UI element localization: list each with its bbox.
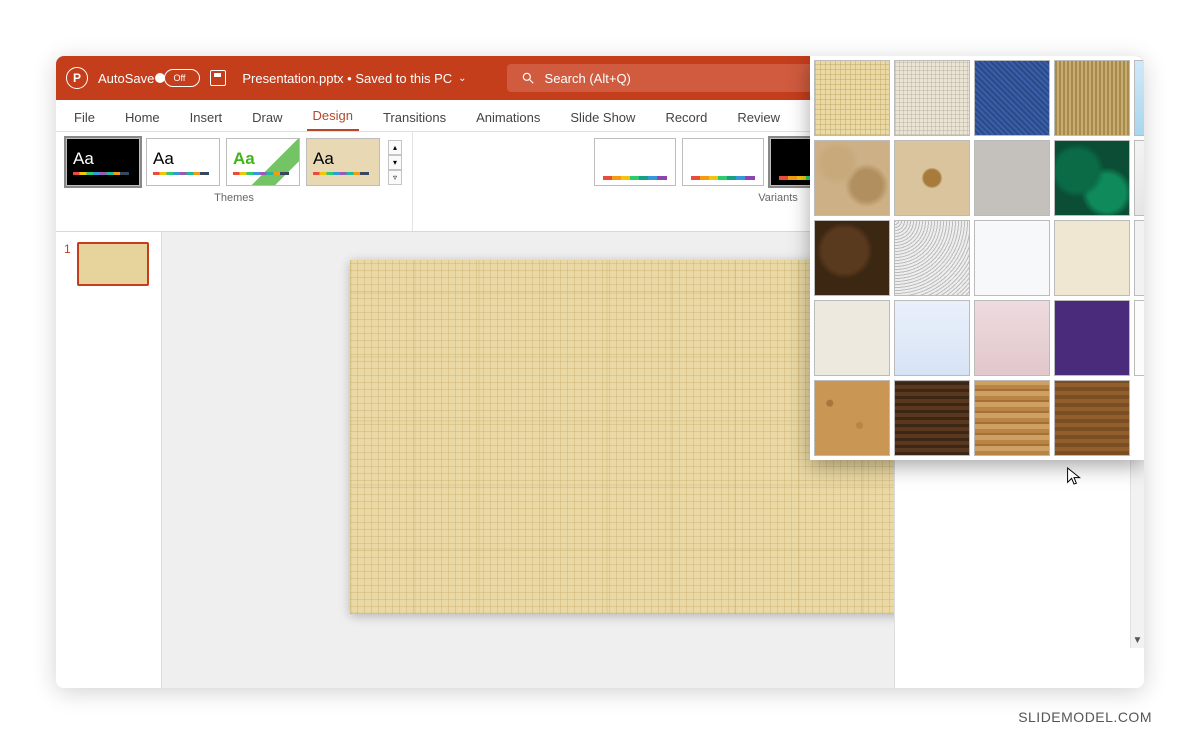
texture-parchment[interactable]: [1134, 220, 1144, 296]
texture-sand[interactable]: [974, 140, 1050, 216]
tab-animations[interactable]: Animations: [470, 104, 546, 131]
texture-stationery[interactable]: [814, 300, 890, 376]
variants-group-label: Variants: [758, 192, 798, 204]
tab-file[interactable]: File: [68, 104, 101, 131]
themes-group-label: Themes: [214, 192, 254, 204]
tab-draw[interactable]: Draw: [246, 104, 288, 131]
texture-canvas[interactable]: [894, 60, 970, 136]
theme-thumb-3[interactable]: Aa: [226, 138, 300, 186]
tab-slideshow[interactable]: Slide Show: [564, 104, 641, 131]
texture-woven-mat[interactable]: [1054, 60, 1130, 136]
variant-thumb-1[interactable]: [594, 138, 676, 186]
slide-thumbnail-panel: 1: [56, 232, 162, 688]
texture-water-droplets[interactable]: [1134, 60, 1144, 136]
autosave-toggle[interactable]: Off: [164, 69, 200, 87]
autosave-label: AutoSave: [98, 71, 154, 86]
search-placeholder: Search (Alt+Q): [545, 71, 631, 86]
tab-insert[interactable]: Insert: [184, 104, 229, 131]
texture-green-marble[interactable]: [1054, 140, 1130, 216]
tab-record[interactable]: Record: [659, 104, 713, 131]
themes-gallery-scroll[interactable]: ▴▾▿: [388, 140, 402, 185]
texture-bouquet[interactable]: [1134, 300, 1144, 376]
texture-pink-tissue[interactable]: [974, 300, 1050, 376]
texture-medium-wood[interactable]: [1054, 380, 1130, 456]
powerpoint-icon: P: [66, 67, 88, 89]
chevron-down-icon: ⌄: [458, 73, 466, 84]
texture-walnut[interactable]: [894, 380, 970, 456]
texture-paper-bag[interactable]: [814, 140, 890, 216]
tab-review[interactable]: Review: [731, 104, 786, 131]
texture-brown-marble[interactable]: [814, 220, 890, 296]
theme-thumb-1[interactable]: Aa: [66, 138, 140, 186]
search-icon: [521, 71, 535, 85]
texture-cork[interactable]: [814, 380, 890, 456]
texture-blue-tissue[interactable]: [894, 300, 970, 376]
watermark: SLIDEMODEL.COM: [1018, 709, 1152, 725]
variant-thumb-2[interactable]: [682, 138, 764, 186]
cursor-icon: [1066, 466, 1082, 486]
texture-oak[interactable]: [974, 380, 1050, 456]
document-title[interactable]: Presentation.pptx • Saved to this PC ⌄: [242, 71, 466, 86]
texture-fish-fossil[interactable]: [894, 140, 970, 216]
save-icon[interactable]: [210, 70, 226, 86]
slide-thumbnail-1[interactable]: [77, 242, 149, 286]
theme-thumb-4[interactable]: Aa: [306, 138, 380, 186]
texture-recycled-paper[interactable]: [1054, 220, 1130, 296]
slide-number: 1: [64, 242, 71, 286]
texture-denim[interactable]: [974, 60, 1050, 136]
texture-granite[interactable]: [894, 220, 970, 296]
texture-newsprint[interactable]: [974, 220, 1050, 296]
texture-gallery-popup: [810, 56, 1144, 460]
themes-group: Aa Aa Aa Aa ▴▾▿ Themes: [56, 132, 413, 231]
theme-thumb-2[interactable]: Aa: [146, 138, 220, 186]
texture-white-marble[interactable]: [1134, 140, 1144, 216]
tab-design[interactable]: Design: [307, 102, 359, 131]
texture-purple-mesh[interactable]: [1054, 300, 1130, 376]
texture-linen[interactable]: [814, 60, 890, 136]
tab-transitions[interactable]: Transitions: [377, 104, 452, 131]
tab-home[interactable]: Home: [119, 104, 166, 131]
